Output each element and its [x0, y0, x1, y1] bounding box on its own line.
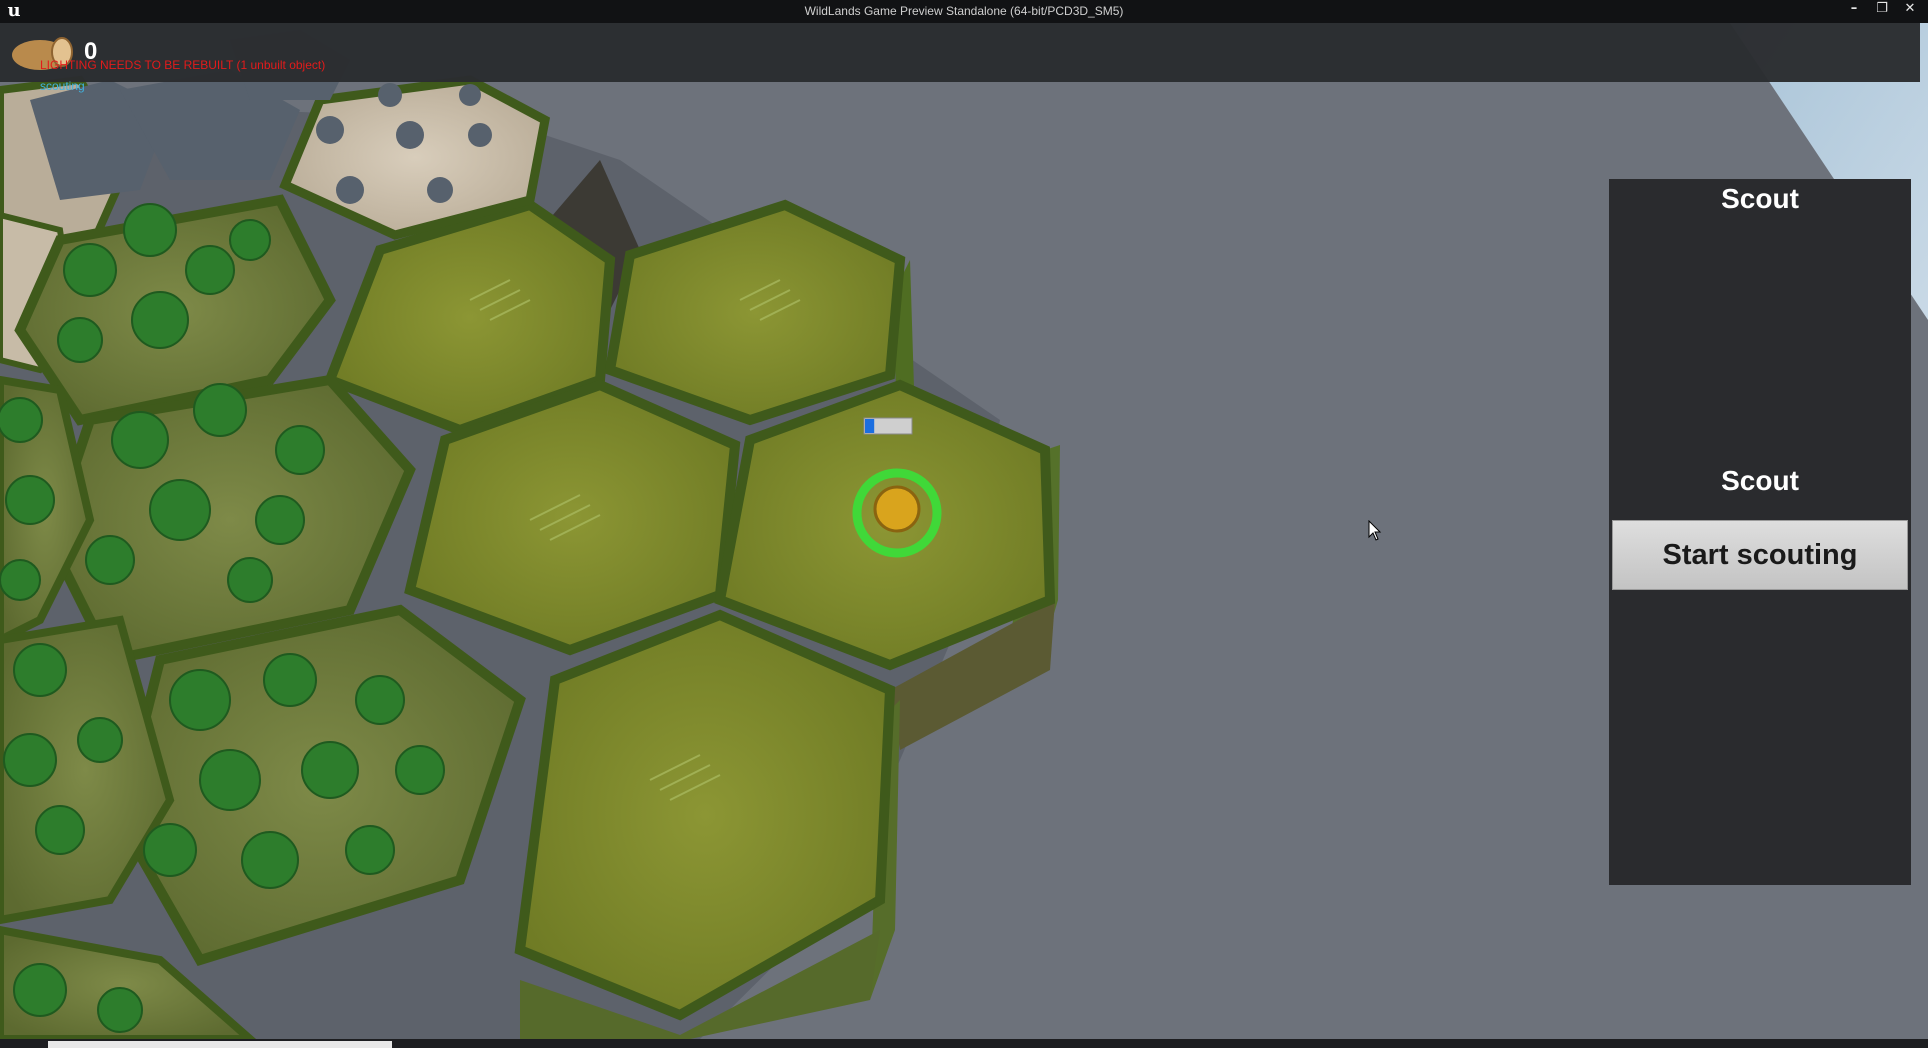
close-button[interactable]: ✕	[1898, 0, 1922, 20]
action-label: Scout	[1721, 465, 1799, 496]
minimize-button[interactable]: –	[1842, 0, 1866, 20]
start-scouting-button[interactable]: Start scouting	[1612, 520, 1908, 590]
hud-top-bar	[0, 23, 1920, 82]
restore-button[interactable]: ❐	[1870, 0, 1894, 20]
panel-title: Scout	[1721, 183, 1799, 214]
scout-figure	[873, 485, 921, 533]
window-title: WildLands Game Preview Standalone (64-bi…	[804, 4, 1124, 18]
window-controls: – ❐ ✕	[1842, 0, 1922, 20]
action-panel: Scout Scout Start scouting	[1609, 179, 1911, 885]
taskbar-strip	[0, 1039, 1928, 1048]
mouse-cursor-icon	[1368, 520, 1382, 541]
loading-bar	[48, 1041, 392, 1048]
unit-progress-fill	[865, 419, 875, 433]
lighting-warning: LIGHTING NEEDS TO BE REBUILT (1 unbuilt …	[40, 58, 326, 72]
window-titlebar: u WildLands Game Preview Standalone (64-…	[0, 0, 1928, 23]
status-text: scouting	[40, 79, 85, 93]
unit-progress-bar	[863, 417, 913, 435]
